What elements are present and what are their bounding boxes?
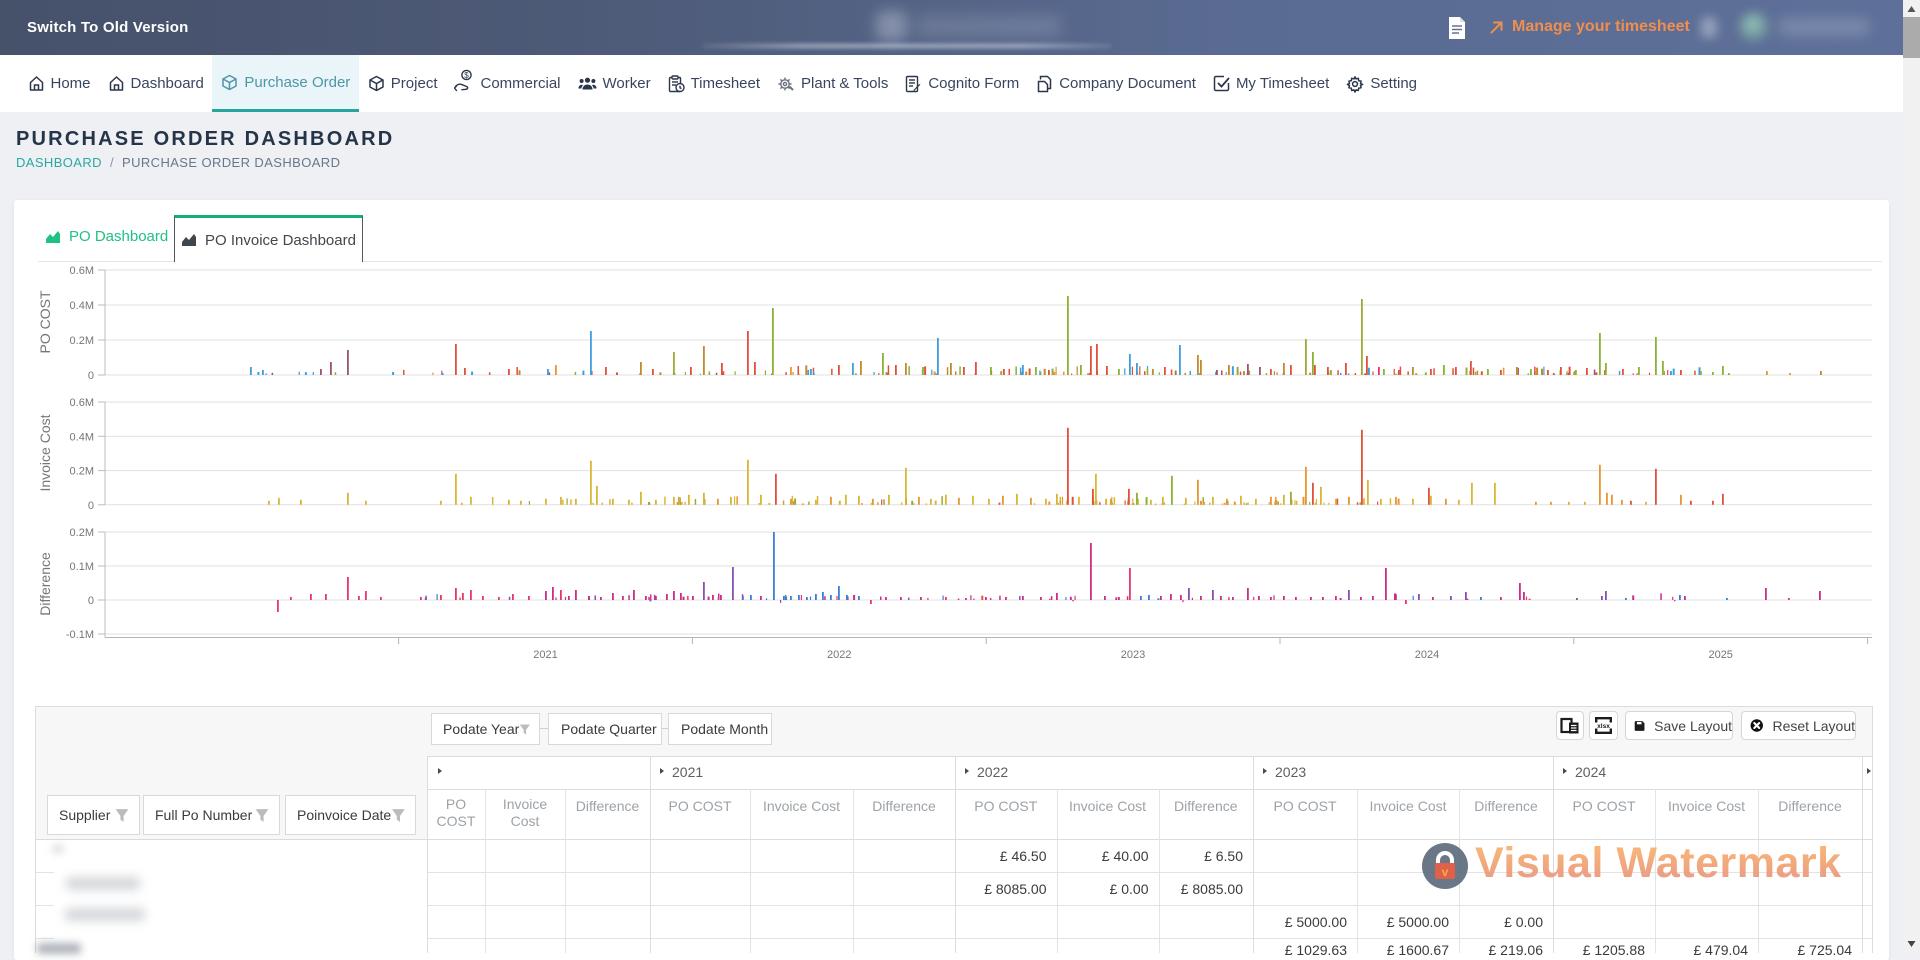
svg-text:0: 0	[88, 595, 94, 607]
svg-text:PO COST: PO COST	[37, 290, 53, 353]
svg-text:0.1M: 0.1M	[70, 561, 94, 573]
svg-text:0.2M: 0.2M	[70, 335, 94, 347]
svg-text:2023: 2023	[1121, 649, 1145, 661]
svg-text:2025: 2025	[1708, 649, 1732, 661]
svg-text:0.4M: 0.4M	[70, 431, 94, 443]
svg-text:xlsx: xlsx	[1597, 723, 1610, 730]
svg-text:v: v	[1442, 865, 1449, 879]
svg-text:Difference: Difference	[37, 552, 53, 616]
svg-text:0: 0	[88, 500, 94, 512]
svg-text:2021: 2021	[533, 649, 557, 661]
svg-text:2022: 2022	[827, 649, 851, 661]
svg-text:0: 0	[88, 370, 94, 382]
svg-text:2024: 2024	[1415, 649, 1439, 661]
svg-text:0.2M: 0.2M	[70, 527, 94, 539]
svg-text:Invoice Cost: Invoice Cost	[37, 414, 53, 491]
svg-text:0.6M: 0.6M	[70, 265, 94, 277]
svg-text:0.4M: 0.4M	[70, 300, 94, 312]
svg-text:0.2M: 0.2M	[70, 466, 94, 478]
svg-text:-0.1M: -0.1M	[66, 629, 94, 641]
svg-text:0.6M: 0.6M	[70, 397, 94, 409]
